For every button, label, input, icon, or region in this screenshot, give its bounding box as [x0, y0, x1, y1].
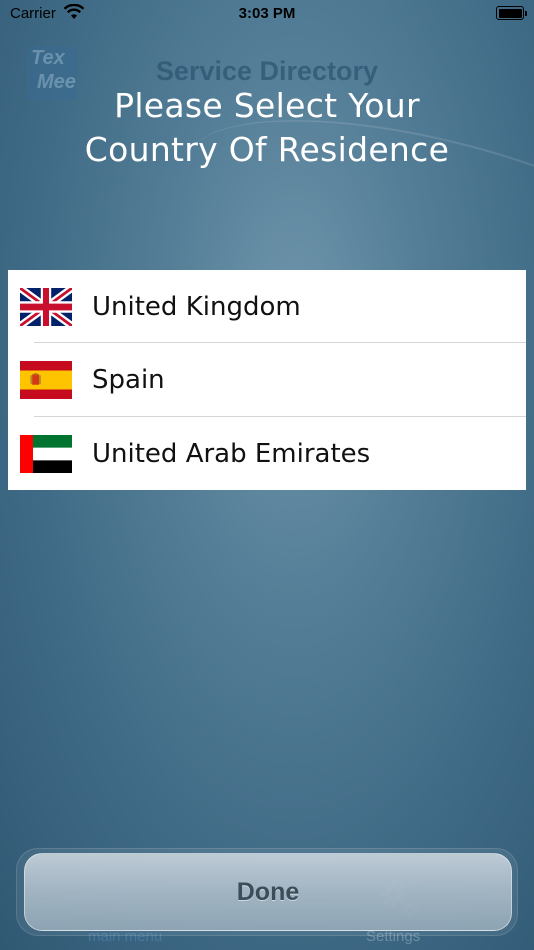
prompt-line-1: Please Select Your	[114, 86, 420, 125]
country-name: United Arab Emirates	[92, 438, 371, 469]
country-name: United Kingdom	[92, 292, 301, 322]
done-button[interactable]: Done	[24, 853, 512, 931]
country-row-spain[interactable]: Spain	[8, 343, 526, 417]
spain-flag-icon	[20, 361, 72, 400]
uk-flag-icon	[20, 288, 72, 326]
country-name: Spain	[92, 365, 165, 396]
uae-flag-icon	[20, 434, 72, 473]
country-list: United Kingdom Spain United Arab Emirate…	[8, 270, 526, 490]
prompt-line-2: Country Of Residence	[84, 130, 450, 169]
country-row-united-arab-emirates[interactable]: United Arab Emirates	[8, 417, 526, 490]
country-prompt-title: Please Select Your Country Of Residence	[0, 84, 534, 172]
app-title: Service Directory	[155, 56, 379, 86]
country-row-united-kingdom[interactable]: United Kingdom	[8, 270, 526, 344]
battery-icon	[496, 6, 527, 20]
status-bar: Carrier 3:03 PM	[0, 0, 534, 30]
clock: 3:03 PM	[238, 5, 296, 22]
